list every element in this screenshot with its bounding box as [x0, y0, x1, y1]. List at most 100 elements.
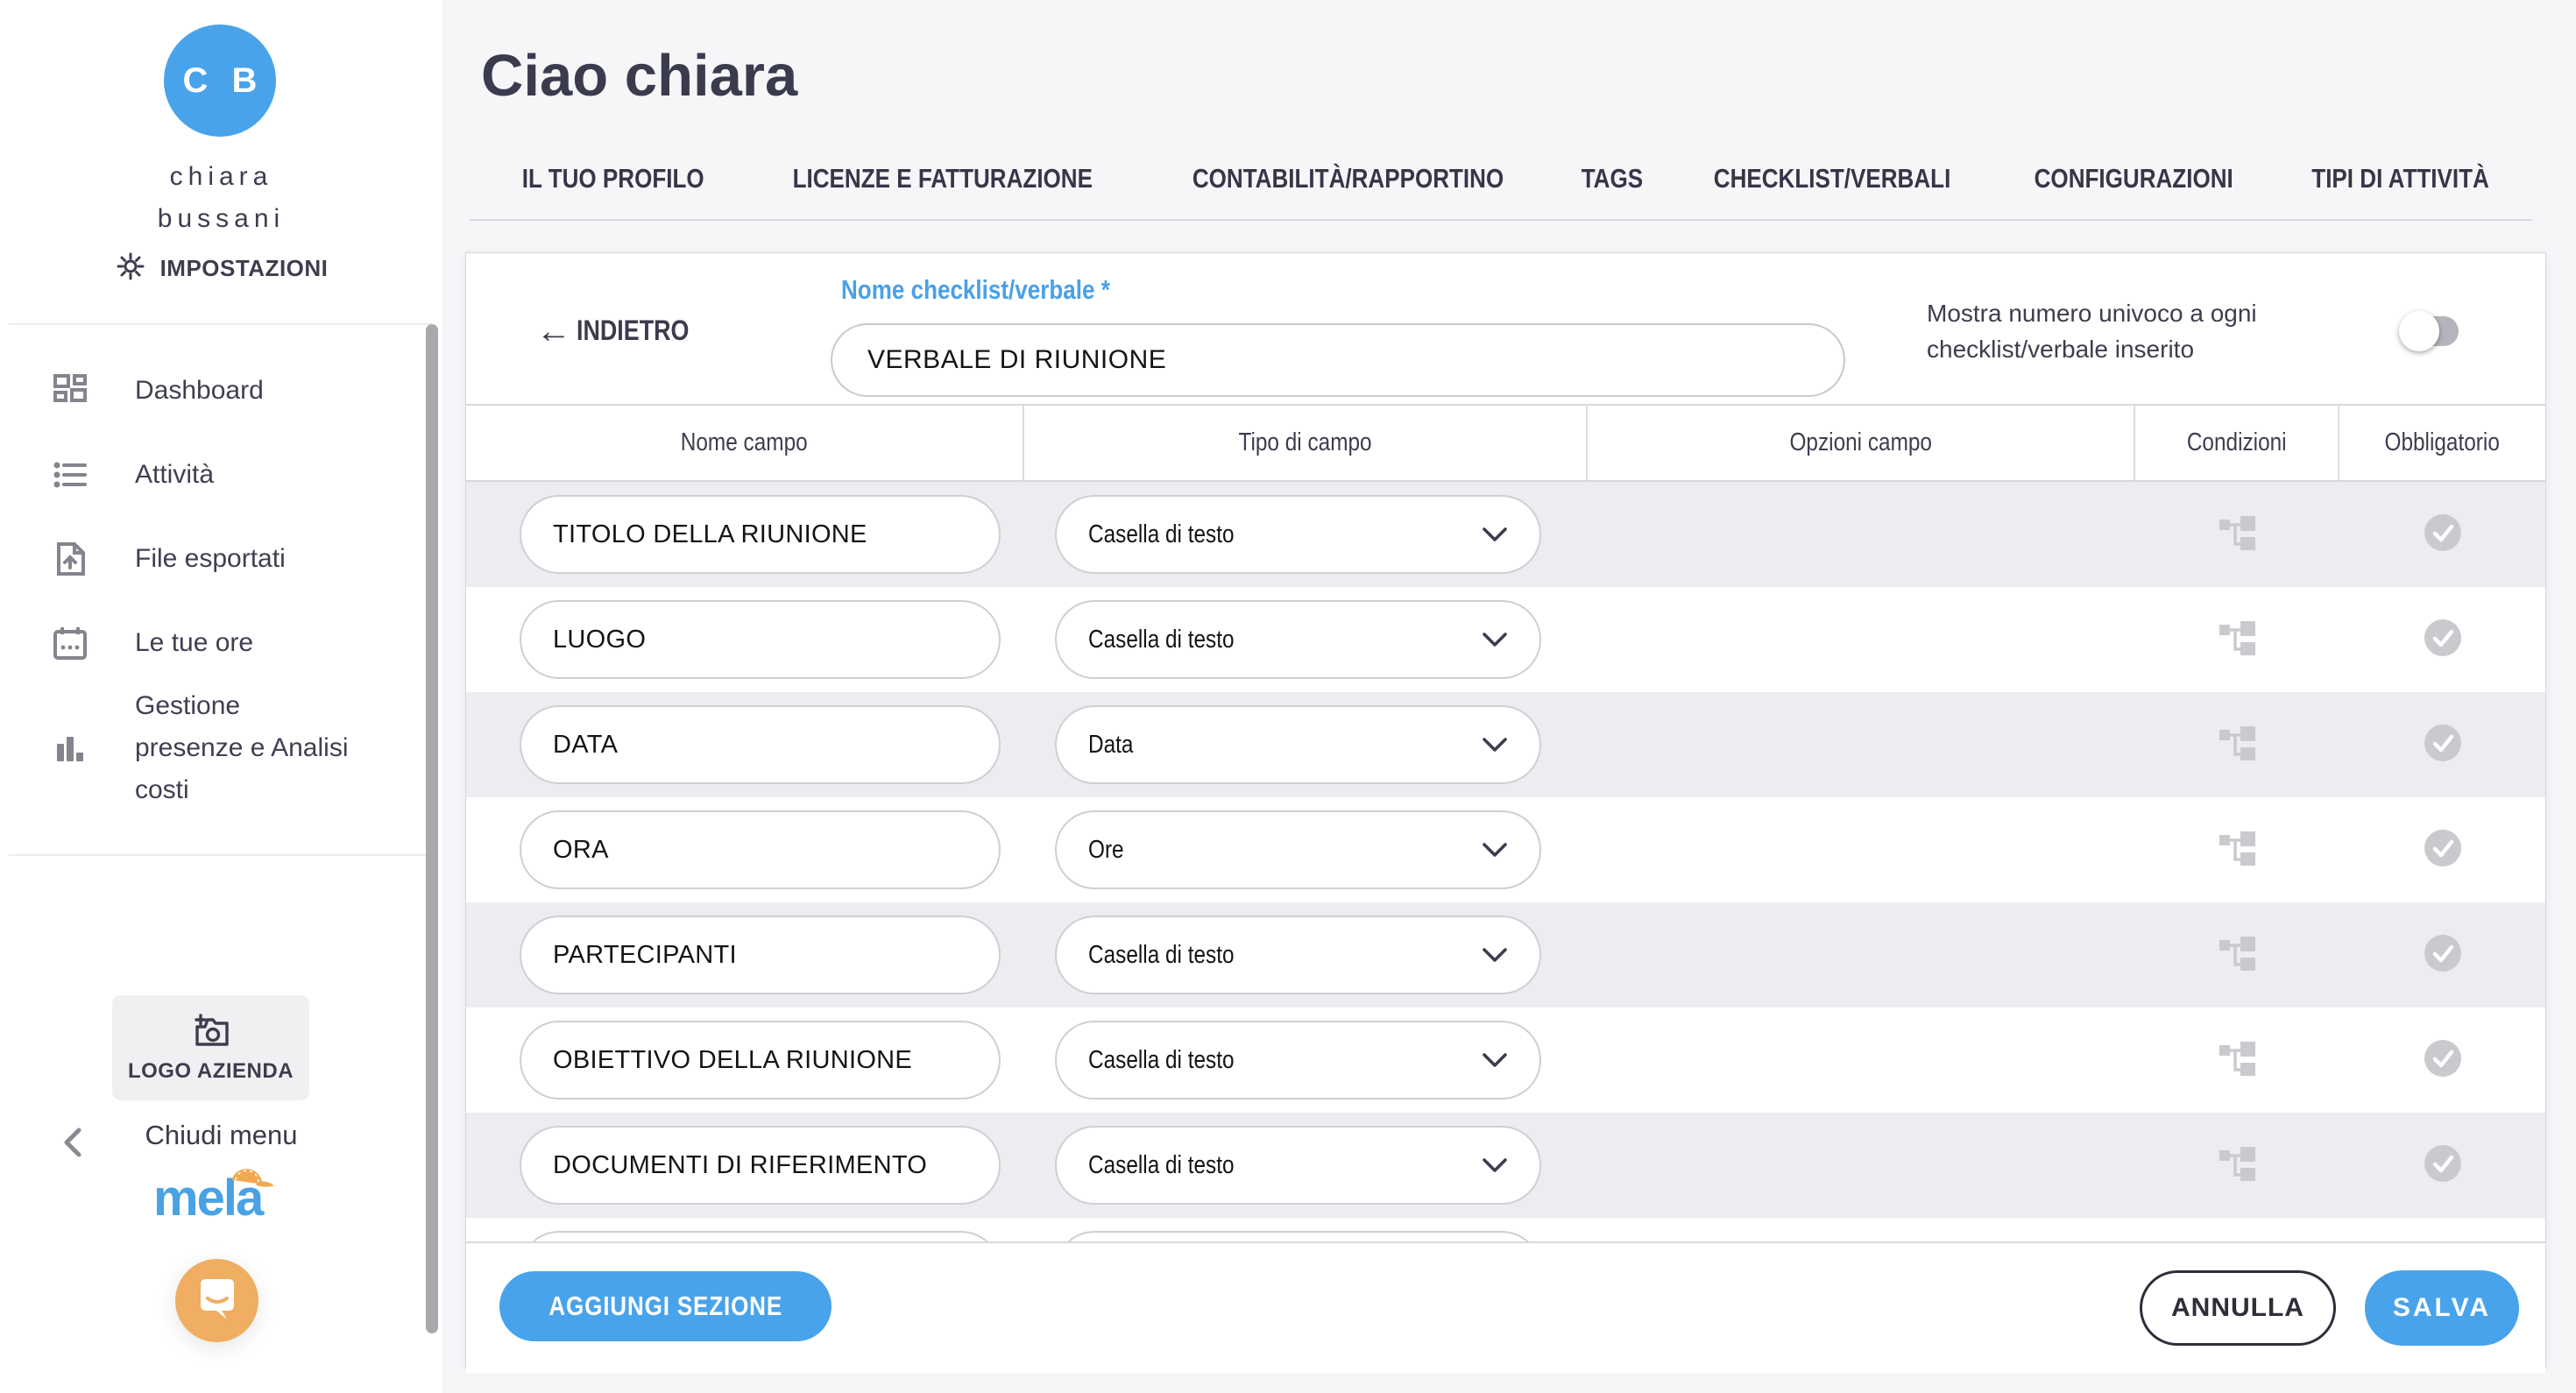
sidebar-scrollbar-thumb[interactable]	[426, 324, 438, 1333]
field-type-select[interactable]: Casella di testo	[1055, 1021, 1541, 1100]
field-type-value: Casella di testo	[1088, 1151, 1235, 1180]
conditions-cell[interactable]	[2135, 797, 2339, 902]
tab-checklist-verbali[interactable]: CHECKLIST/VERBALI	[1691, 163, 1973, 194]
close-menu-label: Chiudi menu	[0, 1120, 442, 1151]
conditions-cell[interactable]	[2135, 902, 2339, 1008]
field-name-input[interactable]	[520, 600, 1001, 679]
column-header-obbligatorio: Obbligatorio	[2339, 406, 2545, 480]
field-type-select[interactable]: Ore	[1055, 810, 1541, 889]
unique-number-toggle-label: Mostra numero univoco a ogni checklist/v…	[1927, 295, 2339, 367]
field-type-value: Casella di testo	[1088, 626, 1235, 654]
close-menu-button[interactable]: Chiudi menu	[0, 1114, 442, 1169]
field-name-input[interactable]	[520, 916, 1001, 994]
avatar: C B	[164, 25, 276, 137]
settings-button[interactable]: IMPOSTAZIONI	[0, 251, 442, 286]
field-options-cell	[1588, 692, 2135, 797]
tab-licenze-e-fatturazione[interactable]: LICENZE E FATTURAZIONE	[764, 163, 1122, 194]
check-circle-icon	[2423, 513, 2463, 557]
field-name-cell	[466, 1008, 1024, 1113]
logo-azienda-button[interactable]: LOGO AZIENDA	[112, 995, 309, 1100]
field-type-select[interactable]	[1055, 1231, 1541, 1241]
field-name-input[interactable]	[520, 495, 1001, 574]
required-cell[interactable]	[2339, 797, 2545, 902]
chat-bubble-icon	[195, 1276, 239, 1326]
app-root: C B chiara bussani IMPOSTAZIONI	[0, 0, 2576, 1393]
checklist-editor-card: ← INDIETRO Nome checklist/verbale * Most…	[465, 252, 2546, 1368]
conditions-cell[interactable]	[2135, 482, 2339, 587]
sidebar-item-file-esportati[interactable]: File esportati	[0, 517, 442, 601]
sidebar-item-dashboard[interactable]: Dashboard	[0, 349, 442, 433]
sidebar-item-gestione-presenze[interactable]: Gestione presenze e Analisi costi	[0, 685, 442, 811]
tab-contabilita-rapportino[interactable]: CONTABILITÀ/RAPPORTINO	[1163, 163, 1533, 194]
column-header-nome-campo: Nome campo	[466, 406, 1024, 480]
sidebar-item-label: File esportati	[135, 538, 286, 580]
conditions-cell[interactable]	[2135, 692, 2339, 797]
field-name-input[interactable]	[520, 1021, 1001, 1100]
sidebar-item-label: Dashboard	[135, 370, 264, 412]
field-type-value: Ore	[1088, 836, 1124, 865]
field-type-cell: Data	[1024, 692, 1588, 797]
field-name-cell	[466, 587, 1024, 692]
field-type-cell: Casella di testo	[1024, 587, 1588, 692]
save-button[interactable]: SALVA	[2365, 1270, 2519, 1346]
required-cell[interactable]	[2339, 587, 2545, 692]
field-type-cell: Ore	[1024, 797, 1588, 902]
field-options-cell	[1588, 797, 2135, 902]
arrow-left-icon: ←	[536, 317, 571, 345]
gear-icon	[115, 251, 146, 286]
check-circle-icon	[2423, 1143, 2463, 1188]
field-options-cell	[1588, 1113, 2135, 1218]
tab-il-tuo-profilo[interactable]: IL TUO PROFILO	[505, 163, 721, 194]
required-cell[interactable]	[2339, 482, 2545, 587]
tab-configurazioni[interactable]: CONFIGURAZIONI	[2015, 163, 2252, 194]
field-name-input[interactable]	[520, 1231, 1001, 1241]
table-row: Casella di testo	[466, 1008, 2545, 1113]
conditions-cell[interactable]	[2135, 1008, 2339, 1113]
field-type-select[interactable]: Casella di testo	[1055, 600, 1541, 679]
table-body: Casella di testo	[466, 482, 2545, 1218]
column-header-tipo-di-campo: Tipo di campo	[1024, 406, 1588, 480]
card-header: ← INDIETRO Nome checklist/verbale * Most…	[466, 253, 2545, 404]
cancel-button[interactable]: ANNULLA	[2140, 1270, 2336, 1346]
sidebar-item-le-tue-ore[interactable]: Le tue ore	[0, 601, 442, 685]
camera-plus-icon	[190, 1013, 232, 1054]
field-name-input[interactable]	[520, 1126, 1001, 1205]
conditions-cell[interactable]	[2135, 587, 2339, 692]
page-title: Ciao chiara	[481, 42, 797, 110]
sidebar-item-label: Le tue ore	[135, 622, 253, 664]
check-circle-icon	[2423, 723, 2463, 767]
calendar-icon	[51, 625, 89, 661]
chat-widget-button[interactable]	[175, 1259, 258, 1342]
table-row: Casella di testo	[466, 902, 2545, 1008]
field-name-cell	[466, 482, 1024, 587]
chevron-down-icon	[1482, 520, 1508, 549]
sidebar-item-attivita[interactable]: Attività	[0, 433, 442, 517]
unique-number-toggle[interactable]	[2404, 316, 2459, 346]
sidebar-divider-bottom	[9, 854, 432, 856]
field-type-select[interactable]: Casella di testo	[1055, 495, 1541, 574]
conditions-cell[interactable]	[2135, 1113, 2339, 1218]
field-type-select[interactable]: Data	[1055, 705, 1541, 784]
check-circle-icon	[2423, 1038, 2463, 1083]
back-button[interactable]: ← INDIETRO	[536, 315, 711, 347]
field-name-input[interactable]	[520, 705, 1001, 784]
field-type-cell: Casella di testo	[1024, 1113, 1588, 1218]
tab-tipi-di-attivita[interactable]: TIPI DI ATTIVITÀ	[2295, 163, 2506, 194]
table-row: Casella di testo	[466, 587, 2545, 692]
required-cell[interactable]	[2339, 692, 2545, 797]
add-section-button[interactable]: AGGIUNGI SEZIONE	[499, 1271, 832, 1341]
checklist-name-input[interactable]	[831, 323, 1845, 397]
chevron-down-icon	[1482, 626, 1508, 654]
required-cell[interactable]	[2339, 1113, 2545, 1218]
chevron-down-icon	[1482, 1046, 1508, 1075]
chevron-down-icon	[1482, 1151, 1508, 1180]
field-options-cell	[1588, 482, 2135, 587]
tab-tags[interactable]: TAGS	[1575, 163, 1649, 194]
sidebar-item-label: Attività	[135, 454, 214, 496]
required-cell[interactable]	[2339, 902, 2545, 1008]
field-type-select[interactable]: Casella di testo	[1055, 916, 1541, 994]
required-cell[interactable]	[2339, 1008, 2545, 1113]
field-type-value: Casella di testo	[1088, 520, 1235, 549]
field-type-select[interactable]: Casella di testo	[1055, 1126, 1541, 1205]
field-name-input[interactable]	[520, 810, 1001, 889]
